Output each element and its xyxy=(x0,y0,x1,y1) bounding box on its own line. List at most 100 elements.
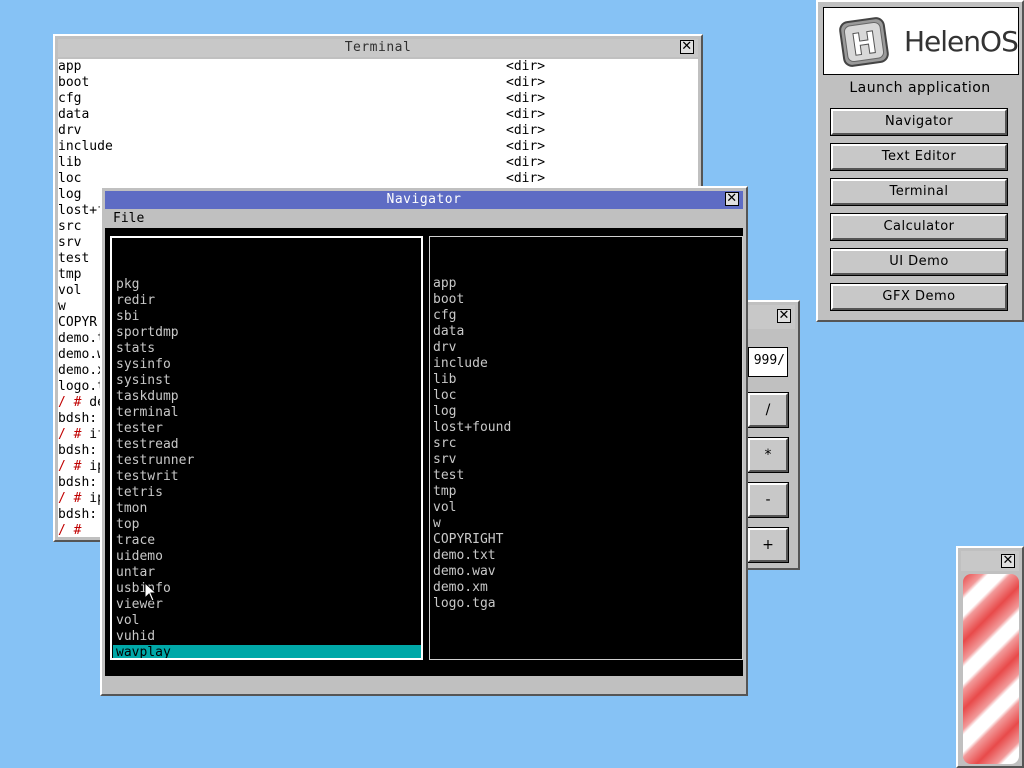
file-entry[interactable]: include xyxy=(430,356,742,372)
terminal-titlebar[interactable]: Terminal ✕ xyxy=(58,39,698,57)
file-entry[interactable]: sbi xyxy=(113,309,421,325)
file-entry[interactable]: sysinst xyxy=(113,373,421,389)
file-entry[interactable]: tester xyxy=(113,421,421,437)
terminal-text: bdsh: xyxy=(58,443,98,458)
barber-pole-window[interactable]: ✕ xyxy=(956,546,1024,768)
terminal-line: include <dir> xyxy=(58,139,698,155)
navigator-close-icon[interactable]: ✕ xyxy=(725,192,739,206)
right-file-list: app boot cfg data drv include lib loc log lost+fo… xyxy=(430,269,742,612)
file-entry[interactable]: redir xyxy=(113,293,421,309)
launcher-title: Launch application xyxy=(849,80,991,96)
right-file-panel[interactable]: app boot cfg data drv include lib loc log lost+fo… xyxy=(429,236,743,660)
terminal-text: bdsh: xyxy=(58,411,98,426)
calculator-close-icon[interactable]: ✕ xyxy=(777,309,791,323)
helenos-logo-icon: H xyxy=(839,17,889,67)
terminal-line: lib <dir> xyxy=(58,155,698,171)
terminal-prompt: / # xyxy=(58,491,82,506)
file-entry[interactable]: stats xyxy=(113,341,421,357)
file-entry[interactable]: srv xyxy=(430,452,742,468)
file-entry[interactable]: demo.txt xyxy=(430,548,742,564)
launch-text-editor-button[interactable]: Text Editor xyxy=(830,143,1008,171)
file-entry[interactable]: log xyxy=(430,404,742,420)
launcher-window[interactable]: H HelenOS Launch application Navigator Te… xyxy=(816,0,1024,322)
terminal-text: bdsh: xyxy=(58,475,98,490)
terminal-title: Terminal xyxy=(344,40,412,55)
calculator-window[interactable]: ✕ 999/ / * - + xyxy=(747,300,800,570)
file-entry[interactable]: app xyxy=(430,276,742,292)
launch-calculator-button[interactable]: Calculator xyxy=(830,213,1008,241)
file-entry[interactable]: tmp xyxy=(430,484,742,500)
menu-item-file[interactable]: File xyxy=(105,211,152,226)
terminal-line: app <dir> xyxy=(58,59,698,75)
navigator-menubar: File xyxy=(105,211,743,227)
terminal-entry-type: <dir> xyxy=(506,107,546,122)
file-entry[interactable]: loc xyxy=(430,388,742,404)
terminal-entry-type: <dir> xyxy=(506,91,546,106)
file-entry[interactable]: testwrit xyxy=(113,469,421,485)
terminal-close-icon[interactable]: ✕ xyxy=(680,40,694,54)
file-entry[interactable]: top xyxy=(113,517,421,533)
calculator-titlebar[interactable]: ✕ xyxy=(748,305,795,329)
terminal-entry-type: <dir> xyxy=(506,75,546,90)
file-entry[interactable]: pkg xyxy=(113,277,421,293)
file-entry[interactable]: untar xyxy=(113,565,421,581)
file-entry[interactable]: usbinfo xyxy=(113,581,421,597)
barber-pole-titlebar[interactable]: ✕ xyxy=(961,551,1019,571)
svg-text:H: H xyxy=(849,25,879,63)
barber-pole-graphic xyxy=(963,574,1019,764)
file-entry[interactable]: viewer xyxy=(113,597,421,613)
file-entry[interactable]: vol xyxy=(113,613,421,629)
terminal-line: drv <dir> xyxy=(58,123,698,139)
file-entry[interactable]: lost+found xyxy=(430,420,742,436)
launch-terminal-button[interactable]: Terminal xyxy=(830,178,1008,206)
navigator-window[interactable]: Navigator ✕ File pkg redir sbi sportdmp stat… xyxy=(100,186,748,696)
file-entry[interactable]: vuhid xyxy=(113,629,421,645)
file-entry[interactable]: logo.tga xyxy=(430,596,742,612)
file-entry[interactable]: cfg xyxy=(430,308,742,324)
file-entry[interactable]: demo.xm xyxy=(430,580,742,596)
file-entry[interactable]: tetris xyxy=(113,485,421,501)
launch-navigator-button[interactable]: Navigator xyxy=(830,108,1008,136)
barber-pole-close-icon[interactable]: ✕ xyxy=(1001,554,1015,568)
terminal-entry-type: <dir> xyxy=(506,155,546,170)
calculator-display: 999/ xyxy=(748,347,788,377)
file-entry[interactable]: testread xyxy=(113,437,421,453)
launch-ui-demo-button[interactable]: UI Demo xyxy=(830,248,1008,276)
terminal-prompt: / # xyxy=(58,459,82,474)
selected-file-entry[interactable]: wavplay xyxy=(113,645,421,658)
file-entry[interactable]: tmon xyxy=(113,501,421,517)
file-entry[interactable]: demo.wav xyxy=(430,564,742,580)
terminal-prompt: / # xyxy=(58,427,82,442)
file-entry[interactable]: testrunner xyxy=(113,453,421,469)
launch-gfx-demo-button[interactable]: GFX Demo xyxy=(830,283,1008,311)
left-file-list: pkg redir sbi sportdmp stats sysinfo sysinst ta… xyxy=(112,270,421,658)
file-entry[interactable]: sysinfo xyxy=(113,357,421,373)
file-entry[interactable]: terminal xyxy=(113,405,421,421)
calc-multiply-button[interactable]: * xyxy=(747,437,789,473)
navigator-title: Navigator xyxy=(386,192,462,207)
calc-divide-button[interactable]: / xyxy=(747,392,789,428)
terminal-line: data <dir> xyxy=(58,107,698,123)
navigator-titlebar[interactable]: Navigator ✕ xyxy=(105,191,743,209)
file-entry[interactable]: sportdmp xyxy=(113,325,421,341)
file-entry[interactable]: lib xyxy=(430,372,742,388)
file-entry[interactable]: drv xyxy=(430,340,742,356)
file-entry[interactable]: vol xyxy=(430,500,742,516)
terminal-entry-name: include xyxy=(58,139,113,154)
file-entry[interactable]: taskdump xyxy=(113,389,421,405)
terminal-line: boot <dir> xyxy=(58,75,698,91)
file-entry[interactable]: boot xyxy=(430,292,742,308)
terminal-entry-type: <dir> xyxy=(506,171,546,186)
terminal-prompt: / # xyxy=(58,395,82,410)
file-entry[interactable]: src xyxy=(430,436,742,452)
file-entry[interactable]: trace xyxy=(113,533,421,549)
file-entry[interactable]: w xyxy=(430,516,742,532)
file-entry[interactable]: COPYRIGHT xyxy=(430,532,742,548)
file-entry[interactable]: data xyxy=(430,324,742,340)
terminal-line: loc <dir> xyxy=(58,171,698,187)
terminal-entry-type: <dir> xyxy=(506,59,546,74)
file-entry[interactable]: test xyxy=(430,468,742,484)
calc-add-button[interactable]: + xyxy=(747,527,789,563)
file-entry[interactable]: uidemo xyxy=(113,549,421,565)
calc-subtract-button[interactable]: - xyxy=(747,482,789,518)
